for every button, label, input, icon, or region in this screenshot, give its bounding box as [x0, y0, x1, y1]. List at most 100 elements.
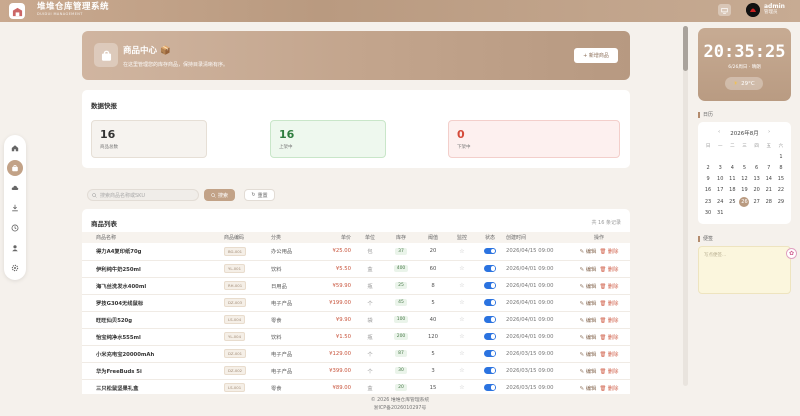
edit-button[interactable]: ✎ 编辑 — [580, 301, 597, 307]
edit-button[interactable]: ✎ 编辑 — [580, 284, 597, 290]
reset-button[interactable]: ↻ 重置 — [244, 189, 275, 201]
scrollbar-thumb[interactable] — [683, 26, 688, 71]
product-code-cell: RH-001 — [224, 277, 267, 295]
delete-button[interactable]: 🗑 删除 — [599, 267, 618, 273]
status-toggle[interactable] — [484, 282, 496, 289]
calendar-day[interactable]: 25 — [726, 196, 738, 207]
calendar-day[interactable]: 5 — [738, 162, 750, 173]
status-toggle[interactable] — [484, 247, 496, 255]
calendar-day[interactable]: 31 — [714, 207, 726, 218]
col-monitor: 监控 — [447, 232, 477, 243]
cloud-upload-icon — [11, 185, 19, 190]
edit-button[interactable]: ✎ 编辑 — [580, 249, 597, 255]
warehouse-icon[interactable] — [9, 3, 25, 19]
main-scrollbar[interactable] — [683, 26, 688, 386]
calendar-day[interactable]: 21 — [763, 185, 775, 196]
edit-button[interactable]: ✎ 编辑 — [580, 335, 597, 341]
user-info[interactable]: admin 管理员 — [764, 3, 785, 16]
calendar-day[interactable]: 14 — [763, 174, 775, 185]
bag-icon — [12, 165, 18, 172]
delete-button[interactable]: 🗑 删除 — [599, 352, 618, 358]
calendar-day[interactable]: 19 — [738, 185, 750, 196]
sidebar-item-history[interactable] — [7, 220, 23, 236]
sidebar-item-users[interactable] — [7, 240, 23, 256]
status-toggle[interactable] — [484, 299, 496, 306]
star-icon[interactable]: ☆ — [459, 248, 464, 255]
edit-button[interactable]: ✎ 编辑 — [580, 318, 597, 324]
next-month-icon[interactable]: › — [768, 129, 770, 135]
delete-button[interactable]: 🗑 删除 — [599, 284, 618, 290]
screen-icon[interactable] — [718, 4, 731, 16]
calendar-day[interactable]: 9 — [702, 174, 714, 185]
star-icon[interactable]: ☆ — [459, 282, 464, 289]
edit-button[interactable]: ✎ 编辑 — [580, 386, 597, 392]
calendar-day[interactable]: 23 — [702, 196, 714, 207]
calendar-day[interactable]: 11 — [726, 174, 738, 185]
calendar-day[interactable]: 22 — [775, 185, 787, 196]
calendar-day[interactable]: 30 — [702, 207, 714, 218]
product-code: DZ-003 — [224, 298, 247, 307]
status-toggle[interactable] — [484, 384, 496, 391]
status-toggle[interactable] — [484, 350, 496, 357]
delete-button[interactable]: 🗑 删除 — [599, 335, 618, 341]
sidebar-item-products[interactable] — [7, 160, 23, 176]
sidebar-item-home[interactable] — [7, 140, 23, 156]
status-toggle[interactable] — [484, 265, 496, 272]
product-code-cell: BG-001 — [224, 243, 267, 261]
monitor-cell: ☆ — [447, 243, 477, 261]
edit-label: 编辑 — [585, 368, 597, 375]
sidebar-item-outbound[interactable] — [7, 200, 23, 216]
calendar-day[interactable]: 1 — [775, 151, 787, 162]
status-toggle[interactable] — [484, 316, 496, 323]
memo-textarea[interactable]: 写点便签... — [698, 246, 791, 294]
status-toggle[interactable] — [484, 367, 496, 374]
star-icon[interactable]: ☆ — [459, 265, 464, 272]
delete-button[interactable]: 🗑 删除 — [599, 318, 618, 324]
sidebar-item-inbound[interactable] — [7, 180, 23, 196]
sidebar-item-settings[interactable] — [7, 260, 23, 276]
calendar-day[interactable]: 28 — [763, 196, 775, 207]
calendar-day[interactable]: 20 — [751, 185, 763, 196]
edit-button[interactable]: ✎ 编辑 — [580, 352, 597, 358]
calendar-day[interactable]: 15 — [775, 174, 787, 185]
avatar[interactable] — [746, 3, 760, 17]
add-product-button[interactable]: + 新增商品 — [574, 48, 618, 63]
search-button[interactable]: 搜索 — [204, 189, 235, 201]
star-icon[interactable]: ☆ — [459, 316, 464, 323]
calendar-day[interactable]: 13 — [751, 174, 763, 185]
calendar-day[interactable]: 10 — [714, 174, 726, 185]
product-name: 海飞丝洗发水400ml — [82, 277, 224, 295]
calendar-day[interactable]: 4 — [726, 162, 738, 173]
calendar-day[interactable]: 2 — [702, 162, 714, 173]
calendar-day[interactable]: 6 — [751, 162, 763, 173]
chat-float-icon[interactable]: ✿ — [786, 248, 797, 259]
col-category: 分类 — [267, 232, 319, 243]
table-row: 海飞丝洗发水400ml RH-001 日用品 ¥59.90 瓶 25 8 ☆ 2026/04/0… — [82, 277, 630, 295]
star-icon[interactable]: ☆ — [459, 350, 464, 357]
star-icon[interactable]: ☆ — [459, 384, 464, 391]
star-icon[interactable]: ☆ — [459, 333, 464, 340]
status-toggle[interactable] — [484, 333, 496, 340]
calendar-day[interactable]: 3 — [714, 162, 726, 173]
delete-button[interactable]: 🗑 删除 — [599, 386, 618, 392]
edit-button[interactable]: ✎ 编辑 — [580, 369, 597, 375]
calendar-day[interactable]: 29 — [775, 196, 787, 207]
calendar-day[interactable]: 8 — [775, 162, 787, 173]
calendar-day[interactable]: 16 — [702, 185, 714, 196]
product-price: ¥89.00 — [319, 379, 357, 394]
calendar-day[interactable]: 17 — [714, 185, 726, 196]
search-input[interactable]: 搜索商品名称或SKU — [87, 189, 199, 201]
star-icon[interactable]: ☆ — [459, 367, 464, 374]
calendar-day-today[interactable]: 26 — [738, 196, 750, 207]
calendar-day[interactable]: 24 — [714, 196, 726, 207]
edit-button[interactable]: ✎ 编辑 — [580, 267, 597, 273]
delete-button[interactable]: 🗑 删除 — [599, 369, 618, 375]
delete-button[interactable]: 🗑 删除 — [599, 249, 618, 255]
delete-button[interactable]: 🗑 删除 — [599, 301, 618, 307]
product-threshold: 20 — [419, 243, 447, 261]
calendar-day[interactable]: 7 — [763, 162, 775, 173]
calendar-day[interactable]: 18 — [726, 185, 738, 196]
star-icon[interactable]: ☆ — [459, 299, 464, 306]
calendar-day[interactable]: 27 — [751, 196, 763, 207]
calendar-day[interactable]: 12 — [738, 174, 750, 185]
